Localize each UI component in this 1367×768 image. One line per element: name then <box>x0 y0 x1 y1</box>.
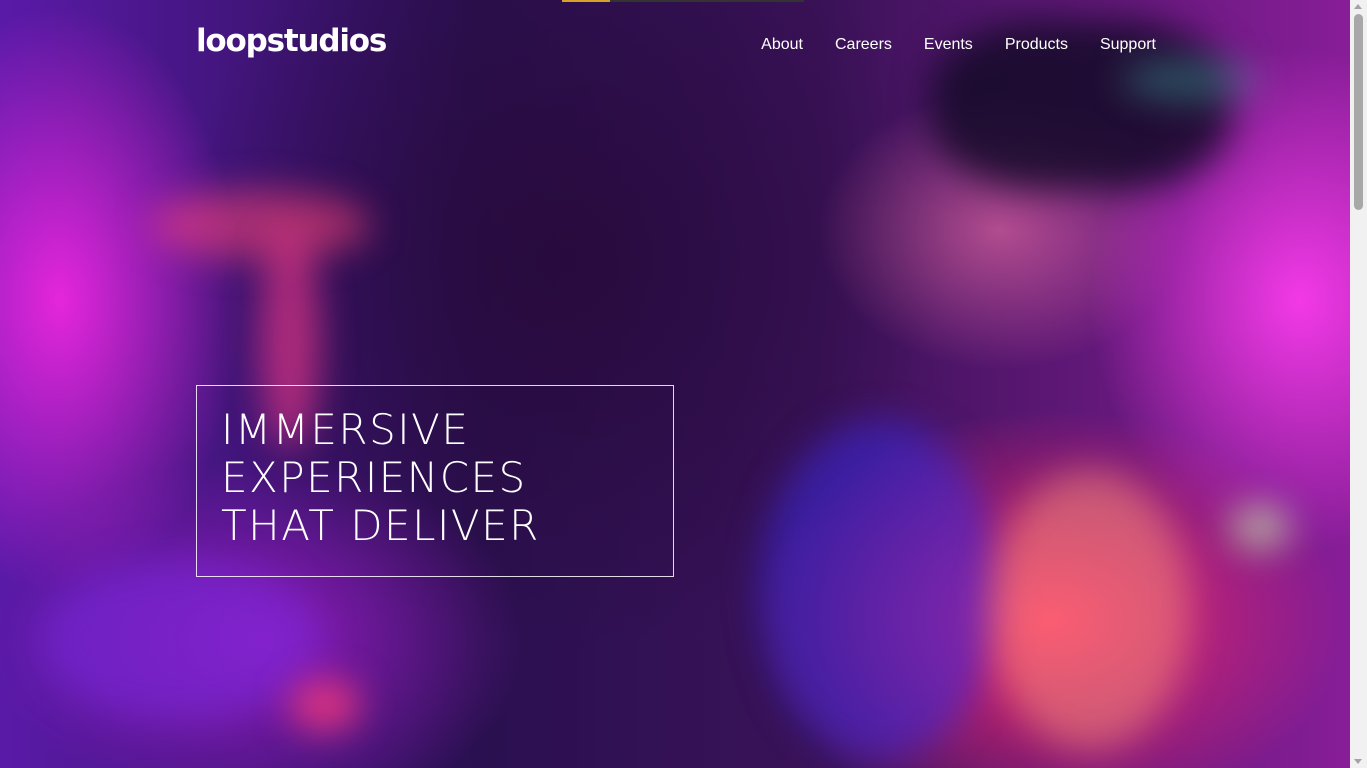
nav-item-about: About <box>761 36 803 54</box>
headline-line: THAT DELIVER <box>221 501 540 550</box>
hero-section: loopstudios About Careers Events Product… <box>0 0 1367 768</box>
nav-link-about[interactable]: About <box>761 36 803 53</box>
hero-headline: IMMERSIVE EXPERIENCES THAT DELIVER <box>221 406 540 550</box>
headline-line: IMMERSIVE <box>221 405 470 454</box>
scrollbar-thumb[interactable] <box>1354 14 1363 210</box>
nav-link-events[interactable]: Events <box>924 36 973 53</box>
scroll-up-arrow-icon[interactable] <box>1354 4 1362 9</box>
nav-item-support: Support <box>1100 36 1156 54</box>
hero-image-glow <box>1120 60 1260 100</box>
hero-headline-box: IMMERSIVE EXPERIENCES THAT DELIVER <box>196 385 674 577</box>
nav-item-careers: Careers <box>835 36 892 54</box>
nav-link-support[interactable]: Support <box>1100 36 1156 53</box>
hero-image-glow <box>990 470 1190 750</box>
page-scrollbar[interactable] <box>1350 0 1367 768</box>
headline-line: EXPERIENCES <box>221 453 527 502</box>
hero-image-glow <box>290 680 360 730</box>
nav-link-careers[interactable]: Careers <box>835 36 892 53</box>
scroll-down-arrow-icon[interactable] <box>1354 759 1362 764</box>
top-accent-bar <box>562 0 804 2</box>
hero-image-glow <box>1230 505 1290 550</box>
hero-image-glow <box>40 560 320 720</box>
logo[interactable]: loopstudios <box>196 26 387 57</box>
top-accent-fill <box>562 0 610 2</box>
nav-item-events: Events <box>924 36 973 54</box>
nav-item-products: Products <box>1005 36 1068 54</box>
nav-link-products[interactable]: Products <box>1005 36 1068 53</box>
hero-image-glow <box>760 420 1000 760</box>
main-nav: About Careers Events Products Support <box>761 36 1156 54</box>
hero-image-glow <box>150 190 370 260</box>
